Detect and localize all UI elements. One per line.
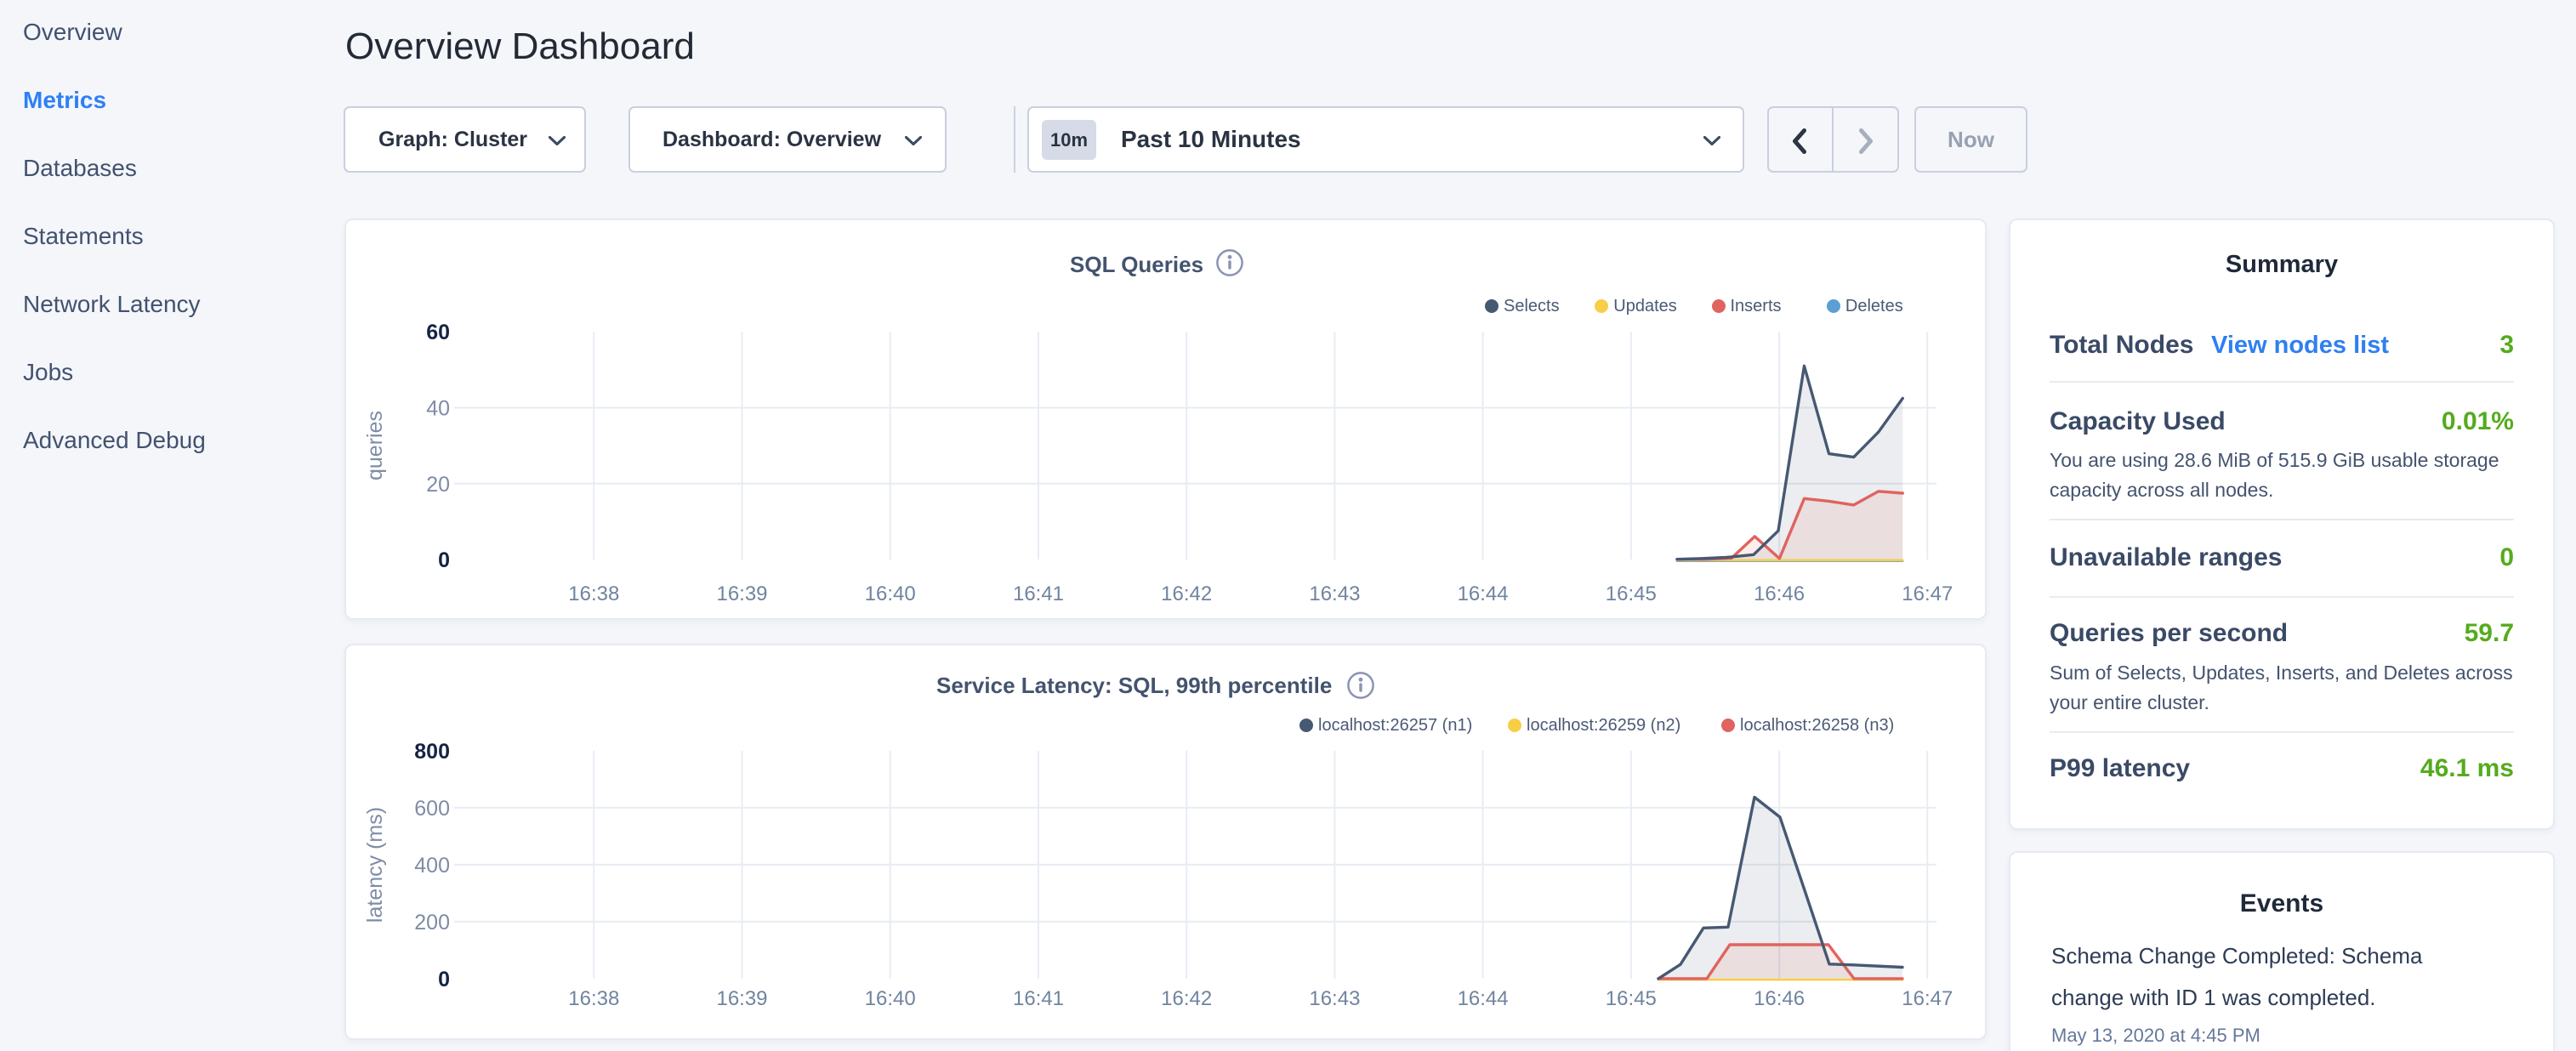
svg-text:60: 60 — [426, 321, 450, 344]
svg-text:16:46: 16:46 — [1754, 987, 1805, 1010]
svg-text:16:40: 16:40 — [865, 987, 916, 1010]
svg-text:16:45: 16:45 — [1606, 582, 1657, 605]
svg-text:16:43: 16:43 — [1309, 582, 1360, 605]
svg-text:16:38: 16:38 — [568, 987, 619, 1010]
svg-text:16:44: 16:44 — [1458, 987, 1509, 1010]
svg-text:400: 400 — [414, 854, 450, 878]
svg-text:200: 200 — [414, 911, 450, 935]
svg-text:16:40: 16:40 — [865, 582, 916, 605]
svg-text:16:38: 16:38 — [568, 582, 619, 605]
svg-text:0: 0 — [438, 968, 450, 991]
svg-text:16:45: 16:45 — [1606, 987, 1657, 1010]
svg-text:16:41: 16:41 — [1013, 582, 1064, 605]
svg-text:40: 40 — [426, 397, 450, 421]
svg-text:16:43: 16:43 — [1309, 987, 1360, 1010]
svg-text:16:41: 16:41 — [1013, 987, 1064, 1010]
svg-text:16:39: 16:39 — [716, 582, 767, 605]
svg-text:latency (ms): latency (ms) — [363, 807, 387, 923]
svg-text:0: 0 — [438, 548, 450, 572]
svg-text:16:42: 16:42 — [1161, 987, 1212, 1010]
svg-text:20: 20 — [426, 473, 450, 497]
svg-text:16:39: 16:39 — [716, 987, 767, 1010]
svg-text:800: 800 — [414, 740, 450, 764]
svg-text:16:46: 16:46 — [1754, 582, 1805, 605]
svg-text:600: 600 — [414, 797, 450, 821]
svg-text:16:42: 16:42 — [1161, 582, 1212, 605]
svg-text:16:44: 16:44 — [1458, 582, 1509, 605]
svg-text:16:47: 16:47 — [1902, 582, 1953, 605]
svg-text:16:47: 16:47 — [1902, 987, 1953, 1010]
svg-text:queries: queries — [363, 411, 387, 480]
